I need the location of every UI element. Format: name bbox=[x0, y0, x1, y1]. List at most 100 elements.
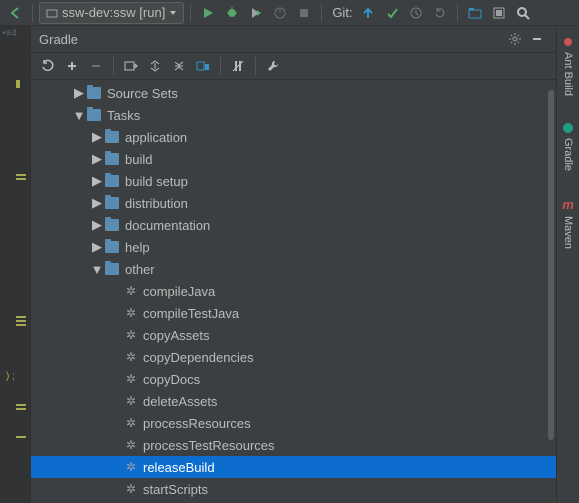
gradle-tree[interactable]: ▶ Source Sets ▼Tasks ▶ application ▶ build ▶bui… bbox=[31, 80, 556, 503]
git-update-icon[interactable] bbox=[357, 2, 379, 24]
tree-task-copyAssets[interactable]: ✲copyAssets bbox=[31, 324, 556, 346]
gear-icon: ✲ bbox=[125, 483, 137, 495]
gear-icon[interactable] bbox=[504, 28, 526, 50]
separator bbox=[321, 4, 322, 22]
folder-icon bbox=[105, 197, 119, 209]
tree-task-releaseBuild[interactable]: ✲releaseBuild bbox=[31, 456, 556, 478]
gear-icon: ✲ bbox=[125, 285, 137, 297]
gear-icon: ✲ bbox=[125, 461, 137, 473]
gradle-panel: Gradle ▶Source Sets▼Tasks▶application▶bu… bbox=[31, 26, 556, 503]
right-tool-tabs: Ant Build Gradle m Maven bbox=[556, 26, 579, 503]
module-icon bbox=[46, 7, 58, 19]
search-icon[interactable] bbox=[512, 2, 534, 24]
gear-icon: ✲ bbox=[125, 395, 137, 407]
tree-task-processTestResources[interactable]: ✲processTestResources bbox=[31, 434, 556, 456]
project-structure-icon[interactable] bbox=[464, 2, 486, 24]
debug-icon[interactable] bbox=[221, 2, 243, 24]
gradle-toolbar bbox=[31, 53, 556, 80]
chevron-right-icon[interactable]: ▶ bbox=[89, 195, 105, 211]
tree-node-application[interactable]: ▶ application bbox=[31, 126, 556, 148]
folder-icon bbox=[105, 219, 119, 231]
gear-icon: ✲ bbox=[125, 417, 137, 429]
gutter-change-marker bbox=[16, 174, 26, 176]
main-area: •≡4 ) ; Gradle bbox=[0, 26, 579, 503]
tree-node-tasks[interactable]: ▼Tasks bbox=[31, 104, 556, 126]
tree-label: startScripts bbox=[143, 482, 208, 497]
chevron-right-icon[interactable]: ▶ bbox=[89, 129, 105, 145]
folder-icon bbox=[105, 175, 119, 187]
git-history-icon[interactable] bbox=[405, 2, 427, 24]
tree-node-build_setup[interactable]: ▶build setup bbox=[31, 170, 556, 192]
side-tab-gradle[interactable]: Gradle bbox=[560, 118, 576, 175]
stop-icon[interactable] bbox=[293, 2, 315, 24]
gutter-change-marker bbox=[16, 316, 26, 318]
gear-icon: ✲ bbox=[125, 439, 137, 451]
chevron-down-icon bbox=[169, 9, 177, 17]
tree-label: distribution bbox=[125, 196, 188, 211]
expand-all-icon[interactable] bbox=[144, 55, 166, 77]
gutter-change-marker bbox=[16, 178, 26, 180]
profile-icon[interactable] bbox=[269, 2, 291, 24]
tree-label: compileJava bbox=[143, 284, 215, 299]
run-config-selector[interactable]: ssw-dev:ssw [run] bbox=[39, 2, 184, 24]
separator bbox=[32, 4, 33, 22]
tree-task-compileJava[interactable]: ✲ compileJava bbox=[31, 280, 556, 302]
chevron-right-icon[interactable]: ▶ bbox=[71, 85, 87, 101]
separator bbox=[113, 57, 114, 75]
side-tab-ant[interactable]: Ant Build bbox=[560, 32, 576, 100]
tree-node-other[interactable]: ▼ other bbox=[31, 258, 556, 280]
tree-label: other bbox=[125, 262, 155, 277]
chevron-right-icon[interactable]: ▶ bbox=[89, 151, 105, 167]
tree-task-copyDocs[interactable]: ✲copyDocs bbox=[31, 368, 556, 390]
scrollbar-thumb[interactable] bbox=[548, 90, 554, 440]
side-tab-maven[interactable]: m Maven bbox=[560, 193, 576, 253]
chevron-right-icon[interactable]: ▶ bbox=[89, 217, 105, 233]
back-icon[interactable] bbox=[4, 2, 26, 24]
git-revert-icon[interactable] bbox=[429, 2, 451, 24]
chevron-right-icon[interactable]: ▶ bbox=[89, 173, 105, 189]
chevron-right-icon[interactable]: ▶ bbox=[89, 239, 105, 255]
minimize-icon[interactable] bbox=[526, 28, 548, 50]
tree-label: compileTestJava bbox=[143, 306, 239, 321]
tree-label: Source Sets bbox=[107, 86, 178, 101]
gutter-change-marker bbox=[16, 320, 26, 322]
remove-icon[interactable] bbox=[85, 55, 107, 77]
sdk-icon[interactable] bbox=[488, 2, 510, 24]
gear-icon: ✲ bbox=[125, 329, 137, 341]
folder-icon bbox=[105, 153, 119, 165]
tree-node-build[interactable]: ▶ build bbox=[31, 148, 556, 170]
run-icon[interactable] bbox=[197, 2, 219, 24]
gutter-change-marker bbox=[16, 404, 26, 406]
gutter-marker: •≡4 bbox=[2, 28, 17, 39]
tree-task-startScripts[interactable]: ✲ startScripts bbox=[31, 478, 556, 500]
run-coverage-icon[interactable] bbox=[245, 2, 267, 24]
tree-task-compileTestJava[interactable]: ✲ compileTestJava bbox=[31, 302, 556, 324]
git-label: Git: bbox=[332, 5, 352, 20]
git-commit-icon[interactable] bbox=[381, 2, 403, 24]
tree-node-distribution[interactable]: ▶ distribution bbox=[31, 192, 556, 214]
add-icon[interactable] bbox=[61, 55, 83, 77]
tree-node-help[interactable]: ▶help bbox=[31, 236, 556, 258]
tree-node-documentation[interactable]: ▶documentation bbox=[31, 214, 556, 236]
tree-label: application bbox=[125, 130, 187, 145]
gear-icon: ✲ bbox=[125, 307, 137, 319]
tree-task-copyDependencies[interactable]: ✲copyDependencies bbox=[31, 346, 556, 368]
tree-node-source-sets[interactable]: ▶ Source Sets bbox=[31, 82, 556, 104]
chevron-down-icon[interactable]: ▼ bbox=[71, 108, 87, 123]
tree-label: copyDocs bbox=[143, 372, 200, 387]
folder-icon bbox=[87, 109, 101, 121]
wrench-icon[interactable] bbox=[262, 55, 284, 77]
tree-label: build bbox=[125, 152, 152, 167]
chevron-down-icon[interactable]: ▼ bbox=[89, 262, 105, 277]
offline-icon[interactable] bbox=[227, 55, 249, 77]
side-tab-label: Gradle bbox=[562, 138, 574, 171]
main-toolbar: ssw-dev:ssw [run] Git: bbox=[0, 0, 579, 26]
refresh-icon[interactable] bbox=[37, 55, 59, 77]
collapse-all-icon[interactable] bbox=[168, 55, 190, 77]
side-tab-label: Maven bbox=[562, 216, 574, 249]
execute-icon[interactable] bbox=[120, 55, 142, 77]
tree-task-deleteAssets[interactable]: ✲deleteAssets bbox=[31, 390, 556, 412]
scrollbar[interactable] bbox=[546, 80, 556, 503]
show-settings-icon[interactable] bbox=[192, 55, 214, 77]
tree-task-processResources[interactable]: ✲processResources bbox=[31, 412, 556, 434]
